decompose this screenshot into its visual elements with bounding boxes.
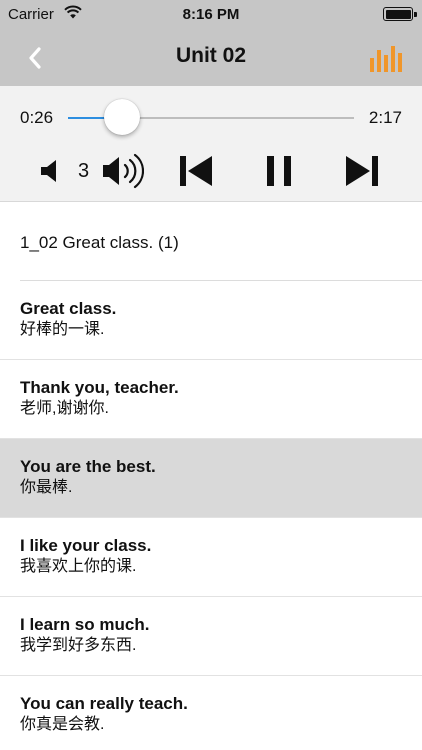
top-bar: Carrier 8:16 PM Unit 02	[0, 0, 422, 86]
audio-player: 0:26 2:17 3	[0, 86, 422, 202]
chinese-sentence: 你最棒.	[20, 479, 73, 496]
page-title: Unit 02	[175, 44, 246, 67]
list-item[interactable]: You can really teach. 你真是会教.	[0, 676, 422, 750]
english-sentence: Great class.	[20, 299, 117, 318]
sentence-list: 1_02 Great class. (1) Great class. 好棒的一课…	[0, 202, 422, 750]
battery-icon	[383, 7, 417, 21]
lesson-header: 1_02 Great class. (1)	[20, 202, 422, 281]
list-item[interactable]: I like your class. 我喜欢上你的课.	[0, 518, 422, 597]
english-sentence: Thank you, teacher.	[20, 378, 179, 397]
navigation-bar: Unit 02	[0, 30, 422, 86]
volume-down-icon[interactable]	[40, 158, 62, 184]
list-item[interactable]: I learn so much. 我学到好多东西.	[0, 597, 422, 676]
clock: 8:16 PM	[182, 6, 240, 23]
equalizer-icon[interactable]	[370, 44, 402, 72]
pause-icon[interactable]	[266, 154, 292, 188]
english-sentence: You can really teach.	[20, 694, 188, 713]
list-item-selected[interactable]: You are the best. 你最棒.	[0, 439, 422, 518]
chinese-sentence: 你真是会教.	[20, 716, 105, 733]
chinese-sentence: 我喜欢上你的课.	[20, 558, 137, 575]
english-sentence: I learn so much.	[20, 615, 150, 634]
status-bar: Carrier 8:16 PM	[0, 0, 422, 30]
progress-knob[interactable]	[104, 99, 141, 135]
total-time: 2:17	[368, 108, 402, 127]
current-time: 0:26	[20, 108, 54, 127]
chinese-sentence: 老师,谢谢你.	[20, 400, 109, 417]
list-item[interactable]: Thank you, teacher. 老师,谢谢你.	[0, 360, 422, 439]
english-sentence: You are the best.	[20, 457, 156, 476]
chinese-sentence: 好棒的一课.	[20, 321, 105, 338]
list-item[interactable]: Great class. 好棒的一课.	[0, 281, 422, 360]
volume-level: 3	[78, 160, 90, 182]
english-sentence: I like your class.	[20, 536, 152, 555]
previous-track-icon[interactable]	[178, 154, 214, 188]
chinese-sentence: 我学到好多东西.	[20, 637, 137, 654]
next-track-icon[interactable]	[344, 154, 380, 188]
volume-up-icon[interactable]	[102, 152, 144, 190]
